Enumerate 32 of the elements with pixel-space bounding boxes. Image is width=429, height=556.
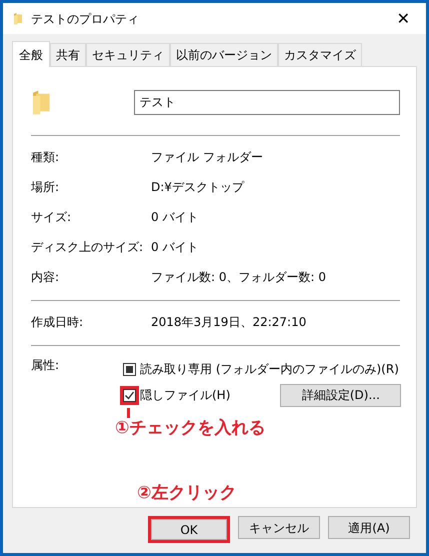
close-button[interactable]: ✕ <box>390 10 416 26</box>
checkbox[interactable] <box>123 388 136 402</box>
property-label: 種類: <box>31 149 60 166</box>
property-label: 属性: <box>31 357 60 374</box>
property-value: 0 バイト <box>151 209 198 226</box>
folder-icon <box>13 12 23 25</box>
checkbox-label[interactable]: 隠しファイル(H) <box>140 386 230 404</box>
window-title: テストのプロパティ <box>31 10 140 28</box>
advanced-button[interactable]: 詳細設定(D)... <box>280 384 402 406</box>
tab[interactable]: カスタマイズ <box>278 43 362 66</box>
property-label: ディスク上のサイズ: <box>31 239 144 256</box>
property-value: 0 バイト <box>151 239 198 256</box>
tab[interactable]: 以前のバージョン <box>170 43 278 66</box>
property-value: 2018年3月19日、22:27:10 <box>151 314 306 331</box>
property-label: 場所: <box>31 179 60 196</box>
dialog-button[interactable]: 適用(A) <box>328 516 410 539</box>
property-label: 作成日時: <box>31 314 84 331</box>
annotation-text: ②左クリック <box>137 482 236 504</box>
property-value: ファイル フォルダー <box>151 149 263 166</box>
tab[interactable]: 共有 <box>50 43 86 66</box>
tab[interactable]: 全般 <box>12 41 50 67</box>
checkbox-label[interactable]: 読み取り専用 (フォルダー内のファイルのみ)(R) <box>140 360 399 378</box>
checkbox[interactable] <box>123 362 136 376</box>
dialog-button[interactable]: OK <box>151 519 227 540</box>
property-value: D:¥デスクトップ <box>151 179 244 196</box>
dialog-button[interactable]: キャンセル <box>238 516 320 539</box>
property-value: ファイル数: 0、フォルダー数: 0 <box>151 269 326 286</box>
name-field[interactable]: テスト <box>134 90 400 114</box>
property-label: 内容: <box>31 269 60 286</box>
property-label: サイズ: <box>31 209 72 226</box>
annotation-text: ①チェックを入れる <box>115 417 266 440</box>
tab[interactable]: セキュリティ <box>86 43 170 66</box>
